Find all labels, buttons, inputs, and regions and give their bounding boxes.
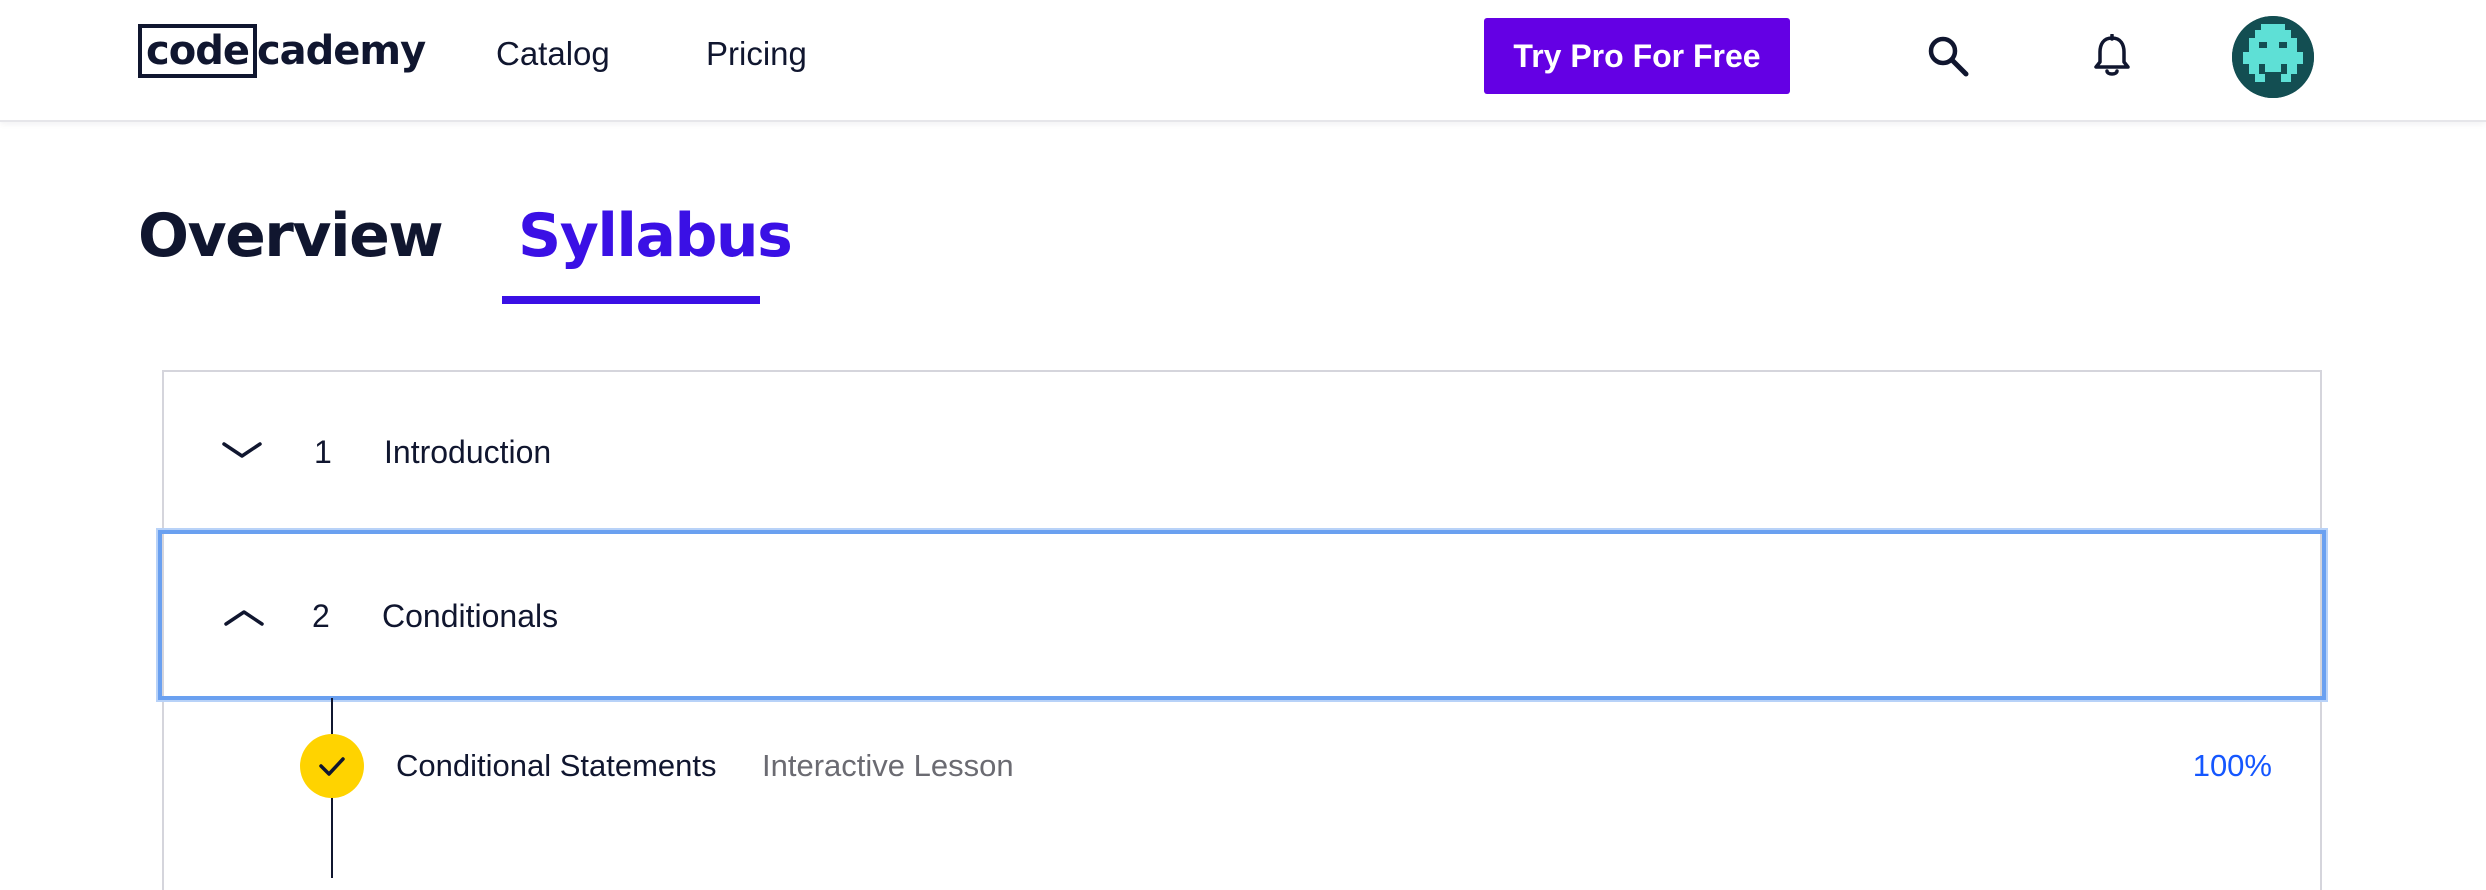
module-number: 2 xyxy=(312,598,330,634)
lesson-completed-badge xyxy=(300,734,364,798)
codecademy-logo[interactable]: code cademy xyxy=(138,22,426,80)
module-row-introduction[interactable]: 1 Introduction xyxy=(162,372,2322,532)
module-number: 1 xyxy=(314,434,332,470)
user-avatar-button[interactable] xyxy=(2232,16,2314,98)
search-icon xyxy=(1928,36,1969,77)
module-title: Conditionals xyxy=(382,598,559,634)
module-title: Introduction xyxy=(384,434,552,470)
tab-overview[interactable]: Overview xyxy=(138,196,444,276)
bell-icon xyxy=(2094,34,2130,76)
search-button[interactable] xyxy=(1920,28,1976,84)
try-pro-button[interactable]: Try Pro For Free xyxy=(1484,18,1790,94)
logo-cademy-text: cademy xyxy=(256,28,426,74)
chevron-up-icon xyxy=(224,610,264,626)
active-tab-indicator xyxy=(502,296,760,304)
pixel-avatar-icon xyxy=(2232,16,2314,98)
lesson-type-label: Interactive Lesson xyxy=(762,748,1014,783)
tab-syllabus[interactable]: Syllabus xyxy=(518,196,793,276)
notifications-button[interactable] xyxy=(2084,28,2140,84)
logo-code-box: code xyxy=(138,24,257,78)
checkmark-icon xyxy=(319,757,345,776)
module-row-conditionals[interactable]: 2 Conditionals xyxy=(158,530,2326,700)
nav-pricing-link[interactable]: Pricing xyxy=(706,32,807,76)
lesson-title-link[interactable]: Conditional Statements xyxy=(396,746,717,786)
nav-catalog-link[interactable]: Catalog xyxy=(496,32,610,76)
top-navigation-bar: code cademy Catalog Pricing Try Pro For … xyxy=(0,0,2486,122)
lesson-progress-percent: 100% xyxy=(2192,748,2272,783)
chevron-down-icon xyxy=(222,442,262,458)
